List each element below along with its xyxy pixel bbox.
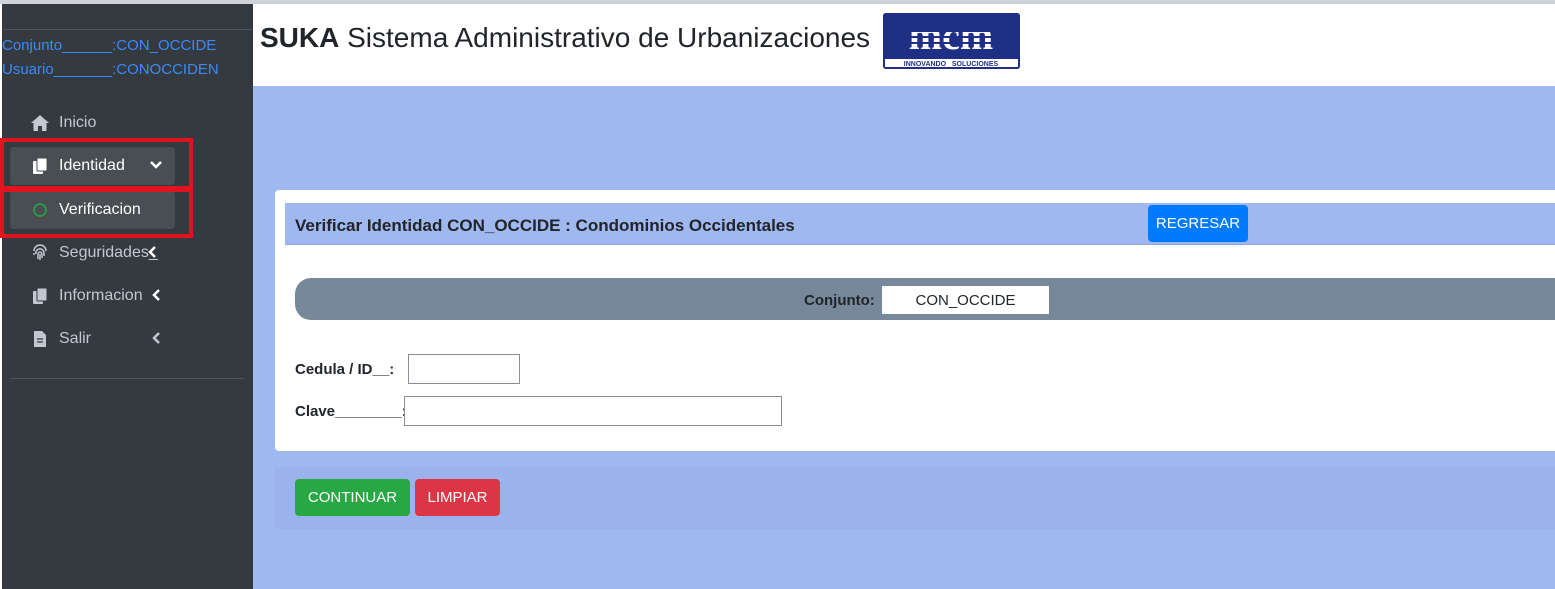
- continue-button[interactable]: CONTINUAR: [295, 479, 410, 516]
- clave-label: Clave________:: [295, 403, 407, 420]
- sidebar-item-label: Inicio: [59, 114, 97, 131]
- cedula-input[interactable]: [408, 354, 520, 384]
- logo-text: mcm: [909, 13, 993, 58]
- user-info: Conjunto______:CON_OCCIDE Usuario_______…: [2, 34, 219, 82]
- sidebar-item-seguridades[interactable]: Seguridades_: [10, 234, 175, 272]
- company-logo: mcm INNOVANDO SOLUCIONES: [883, 13, 1020, 69]
- chevron-left-icon: [145, 244, 159, 260]
- card-header: Verificar Identidad CON_OCCIDE : Condomi…: [285, 203, 1555, 245]
- sidebar-item-label: Salir: [59, 330, 92, 347]
- sidebar-divider: [10, 378, 244, 379]
- user-info-usuario: Usuario_______:CONOCCIDEN: [2, 61, 219, 78]
- clave-input[interactable]: [404, 396, 782, 426]
- sidebar-item-salir[interactable]: Salir: [10, 320, 175, 358]
- highlight-box-verificacion: [0, 186, 193, 238]
- brand-name: SUKA: [260, 22, 340, 53]
- sidebar-item-inicio[interactable]: Inicio: [10, 104, 175, 142]
- conjunto-label: Conjunto:: [804, 292, 875, 309]
- top-header: SUKA Sistema Administrativo de Urbanizac…: [253, 4, 1555, 86]
- sidebar-item-informacion[interactable]: Informacion: [10, 277, 175, 315]
- sidebar: Conjunto______:CON_OCCIDE Usuario_______…: [2, 4, 253, 589]
- chevron-left-icon: [149, 330, 163, 346]
- system-title: Sistema Administrativo de Urbanizaciones: [347, 22, 871, 53]
- conjunto-bar: Conjunto: CON_OCCIDE: [295, 278, 1555, 320]
- file-icon: [30, 329, 50, 349]
- page-title: SUKA Sistema Administrativo de Urbanizac…: [260, 22, 870, 54]
- logo-tagline: INNOVANDO SOLUCIONES: [904, 61, 999, 68]
- card-title: Verificar Identidad CON_OCCIDE : Condomi…: [295, 216, 795, 235]
- sidebar-item-label: Informacion: [59, 287, 143, 304]
- cedula-label: Cedula / ID__:: [295, 361, 395, 378]
- highlight-box-identidad: [0, 138, 193, 192]
- user-info-conjunto: Conjunto______:CON_OCCIDE: [2, 37, 217, 54]
- copy-icon: [30, 286, 50, 306]
- home-icon: [30, 113, 50, 133]
- sidebar-divider-top: [2, 29, 253, 30]
- verification-card: Verificar Identidad CON_OCCIDE : Condomi…: [275, 190, 1555, 451]
- chevron-left-icon: [149, 287, 163, 303]
- clear-button[interactable]: LIMPIAR: [415, 479, 500, 516]
- sidebar-item-label: Seguridades_: [59, 244, 158, 261]
- action-bar: CONTINUAR LIMPIAR: [275, 467, 1555, 529]
- fingerprint-icon: [30, 243, 50, 263]
- back-button[interactable]: REGRESAR: [1148, 205, 1248, 242]
- conjunto-value: CON_OCCIDE: [882, 286, 1049, 314]
